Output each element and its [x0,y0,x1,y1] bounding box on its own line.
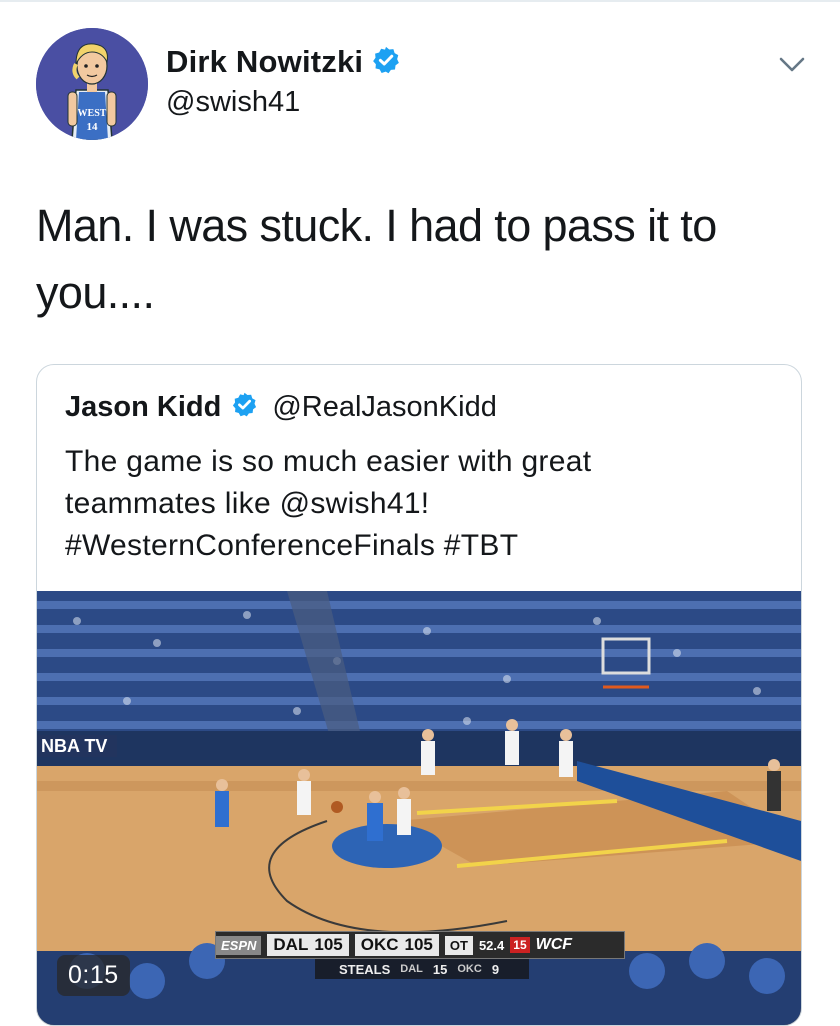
verified-badge-icon [231,391,258,423]
scorebug-network: ESPN [216,935,262,955]
tweet-text: Man. I was stuck. I had to pass it to yo… [36,200,717,318]
top-divider [0,0,840,2]
home-team: OKC [360,935,399,954]
stat-home-value: 9 [491,961,500,977]
nba-tv-watermark: NBA TV [37,735,118,757]
author-avatar[interactable]: WEST 14 [36,28,148,140]
scorebug-score-row: ESPN DAL 105 OKC 105 OT 52.4 15 WCF [215,931,625,959]
avatar-jersey-text: WEST [78,108,107,119]
quoted-author-name[interactable]: Jason Kidd [65,391,221,424]
period: OT [444,935,473,955]
quoted-author-handle[interactable]: @RealJasonKidd [272,391,497,424]
scorebug: ESPN DAL 105 OKC 105 OT 52.4 15 WCF STEA… [215,931,625,983]
scorebug-stat-row: STEALS DAL 15 OKC 9 [315,959,529,979]
stat-away-team: DAL [400,963,423,975]
verified-badge-icon [371,45,401,80]
video-player[interactable]: NBA TV ESPN DAL 105 OKC 105 OT 52.4 15 W… [37,591,801,1025]
quoted-tweet-header: Jason Kidd @RealJasonKidd [65,387,497,427]
home-score: 105 [404,935,433,954]
scorebug-home: OKC 105 [354,934,439,956]
nba-tv-label: NBA TV [41,735,108,756]
away-score: 105 [314,935,343,954]
quoted-text-line: teammates like @swish41! [65,487,430,520]
shot-clock: 15 [510,937,530,953]
author-handle[interactable]: @swish41 [166,86,300,119]
author-display-name[interactable]: Dirk Nowitzki [166,44,363,80]
quoted-tweet-card[interactable]: Jason Kidd @RealJasonKidd The game is so… [36,364,802,1026]
chevron-down-icon[interactable] [778,54,806,76]
stat-label: STEALS [339,961,391,977]
series-label: WCF [535,936,573,953]
away-team: DAL [273,935,309,954]
quoted-text-line: The game is so much easier with great [65,445,592,478]
stat-away-value: 15 [432,961,448,977]
avatar-jersey-number: 14 [87,121,99,133]
quoted-tweet-text: The game is so much easier with great te… [65,441,785,567]
video-duration-badge: 0:15 [57,955,130,996]
scorebug-away: DAL 105 [267,934,349,956]
author-name-row[interactable]: Dirk Nowitzki [166,40,401,84]
game-clock: 52.4 [478,937,505,953]
quoted-text-line: #WesternConferenceFinals #TBT [65,529,519,562]
stat-home-team: OKC [457,963,482,975]
